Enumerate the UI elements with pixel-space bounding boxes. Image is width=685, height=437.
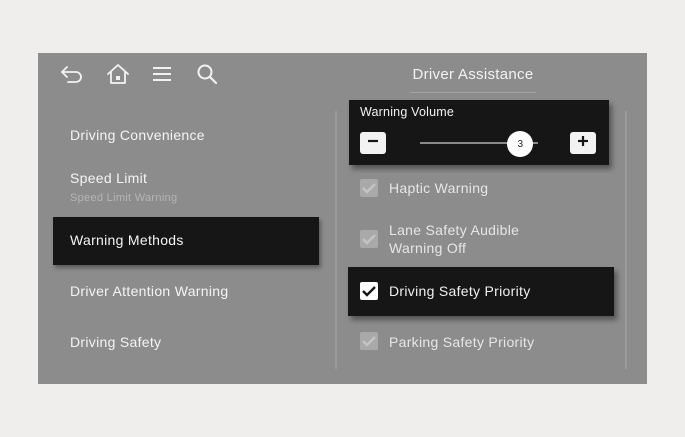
infotainment-screen: Driver Assistance Driving Convenience Sp… <box>38 53 647 384</box>
sidebar-item-driving-safety[interactable]: Driving Safety <box>53 328 319 358</box>
checkbox-driving-safety-priority[interactable] <box>360 282 378 300</box>
option-lane-safety-audible-warning-off[interactable]: Lane Safety Audible Warning Off <box>348 220 614 260</box>
option-label: Driving Safety Priority <box>389 283 531 299</box>
option-parking-safety-priority[interactable]: Parking Safety Priority <box>348 332 614 352</box>
volume-increase-button[interactable] <box>570 132 596 154</box>
option-label: Lane Safety Audible <box>389 222 520 238</box>
sidebar-item-label: Driving Convenience <box>70 127 205 143</box>
option-label: Parking Safety Priority <box>389 334 535 350</box>
volume-slider-knob[interactable]: 3 <box>507 131 534 157</box>
sidebar-item-sublabel: Speed Limit Warning <box>70 192 178 204</box>
option-driving-safety-priority[interactable]: Driving Safety Priority <box>348 267 614 316</box>
search-icon[interactable] <box>193 61 221 87</box>
warning-volume-panel: Warning Volume 3 <box>349 100 609 165</box>
back-icon[interactable] <box>58 61 86 87</box>
sidebar-item-speed-limit[interactable]: Speed Limit Speed Limit Warning <box>53 165 319 209</box>
option-label: Haptic Warning <box>389 180 489 196</box>
scrollbar-right[interactable] <box>625 111 627 369</box>
sidebar-item-label: Speed Limit <box>70 170 148 186</box>
volume-value: 3 <box>517 138 524 150</box>
sidebar-item-label: Driver Attention Warning <box>70 283 229 299</box>
checkbox-haptic-warning[interactable] <box>360 179 378 197</box>
sidebar-item-driving-convenience[interactable]: Driving Convenience <box>53 121 319 151</box>
page-title: Driver Assistance <box>412 66 534 83</box>
option-label-line2: Warning Off <box>389 240 467 256</box>
minus-icon <box>366 134 380 153</box>
sidebar-item-label: Warning Methods <box>70 232 184 248</box>
volume-decrease-button[interactable] <box>360 132 386 154</box>
option-haptic-warning[interactable]: Haptic Warning <box>348 178 614 198</box>
home-icon[interactable] <box>104 61 132 87</box>
menu-icon[interactable] <box>148 61 176 87</box>
sidebar-item-driver-attention-warning[interactable]: Driver Attention Warning <box>53 277 319 307</box>
scrollbar-left[interactable] <box>335 111 337 369</box>
sidebar-item-label: Driving Safety <box>70 334 162 350</box>
checkbox-lane-safety-audible[interactable] <box>360 230 378 248</box>
title-underline <box>410 92 536 93</box>
checkbox-parking-safety-priority[interactable] <box>360 332 378 350</box>
sidebar-item-warning-methods[interactable]: Warning Methods <box>53 217 319 265</box>
warning-volume-label: Warning Volume <box>360 105 455 119</box>
plus-icon <box>576 134 590 153</box>
